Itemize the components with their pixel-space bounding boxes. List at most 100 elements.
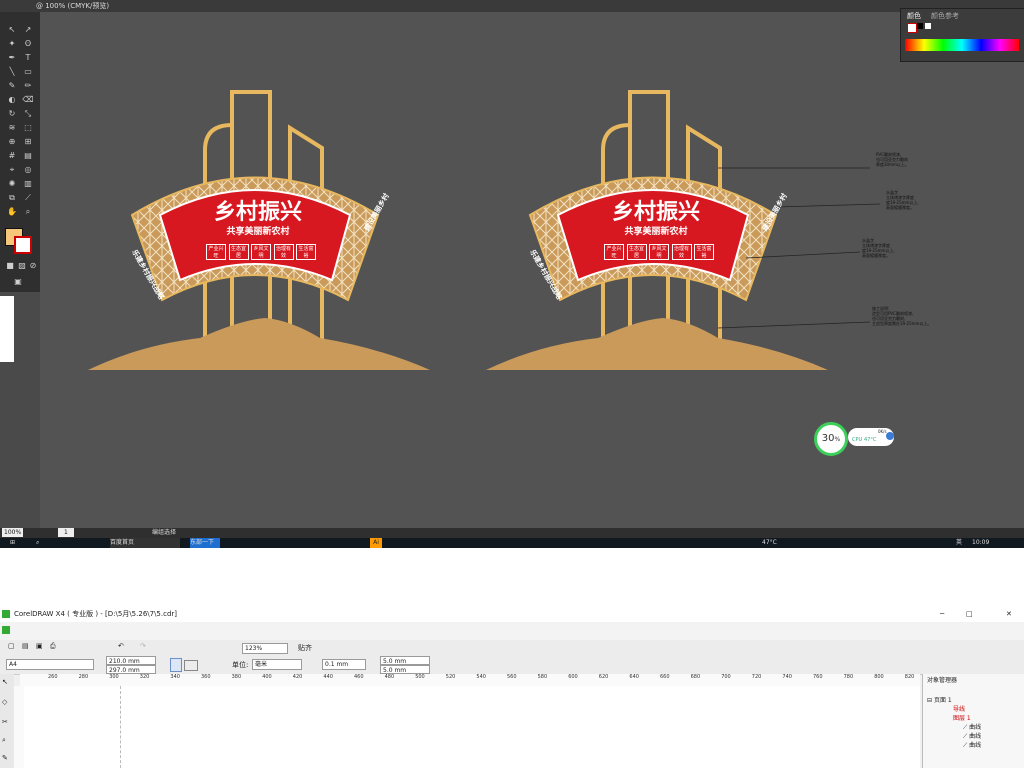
pick-tool-icon[interactable]: ↖ [2, 678, 8, 686]
new-icon[interactable]: ▢ [8, 642, 15, 650]
object-name: 曲线 [969, 742, 982, 749]
badge: 乡风文明 [251, 244, 271, 260]
document-icon [2, 626, 10, 634]
object-row[interactable]: ⟋ 曲线 [963, 732, 981, 741]
cpu-percent: 30 [821, 433, 835, 444]
coreldraw-app-icon [2, 610, 10, 618]
ruler-tick-label: 520 [445, 674, 456, 680]
open-icon[interactable]: ▤ [22, 642, 29, 650]
redo-icon[interactable]: ↷ [140, 642, 146, 650]
sign-right-subtitle: 共享美丽新农村 [624, 227, 688, 237]
save-icon[interactable]: ▣ [36, 642, 43, 650]
taskbar-app-start[interactable]: 东部一下 [190, 538, 220, 548]
annotation-2: 水晶字 立体烤漆字厚度 度19-25mm以上, 表面镀膜厚度。 [886, 190, 919, 210]
windows-taskbar: ⊞ ⌕ 百度首页 东部一下 Ai 47°C 英 10:09 [0, 538, 1024, 548]
spacer [0, 548, 1024, 606]
illustrator-app-icon[interactable]: Ai [370, 538, 382, 548]
property-bar: A4 210.0 mm 297.0 mm 单位: 毫米 0.1 mm 5.0 m… [0, 656, 1024, 675]
zoom-field[interactable]: 100% [2, 528, 24, 537]
ruler-tick-label: 560 [507, 674, 517, 680]
nudge-input[interactable]: 0.1 mm [322, 659, 366, 670]
badge: 乡风文明 [649, 244, 669, 260]
badge: 生活富裕 [694, 244, 714, 260]
page-row[interactable]: ⊟ 页面 1 [927, 696, 952, 705]
ruler-tick-label: 540 [476, 674, 486, 680]
ruler-tick-label: 440 [323, 674, 333, 680]
page-size-select[interactable]: A4 [6, 659, 94, 670]
portrait-icon[interactable] [170, 658, 182, 672]
toolbox: ↖ ◇ ✂ ⌕ ✎ [0, 674, 14, 768]
ruler-tick-label: 760 [813, 674, 823, 680]
minimize-icon[interactable]: ─ [940, 606, 944, 622]
ruler-tick-label: 460 [354, 674, 364, 680]
ruler-tick-label: 400 [262, 674, 272, 680]
boost-icon[interactable] [886, 432, 894, 440]
object-name: 曲线 [969, 733, 982, 740]
sign-right-title: 乡村振兴 [611, 200, 700, 225]
guides-layer-name: 导线 [953, 706, 966, 713]
page-name: 页面 1 [933, 697, 952, 704]
print-icon[interactable]: ⎙ [50, 642, 56, 651]
ruler-tick-label: 680 [690, 674, 701, 680]
snap-dropdown[interactable]: 贴齐 [298, 643, 312, 653]
sign-left-badges: 产业兴旺 生态宜居 乡风文明 治理有效 生活富裕 [206, 244, 316, 260]
unit-label: 单位: [232, 661, 249, 669]
sign-left-subtitle: 共享美丽新农村 [226, 227, 290, 237]
cpu-widget[interactable]: 30% 0K/s CPU 47°C [814, 422, 894, 456]
cpu-percent-unit: % [834, 436, 841, 443]
drawing-page[interactable] [24, 686, 920, 768]
object-manager-title: 对象管理器 [927, 677, 958, 684]
page-width-input[interactable]: 210.0 mm [106, 656, 156, 665]
cpu-info: 0K/s CPU 47°C [848, 428, 894, 446]
zoom-select[interactable]: 123% [242, 643, 288, 654]
object-row[interactable]: ⟋ 曲线 [963, 723, 981, 732]
coreldraw-window: CorelDRAW X4 ( 专业版 ) - [D:\5月\5.26\7\5.c… [0, 606, 1024, 768]
input-language[interactable]: 英 [956, 538, 962, 548]
object-row[interactable]: ⟋ 曲线 [963, 741, 981, 750]
badge: 生态宜居 [228, 244, 249, 260]
ruler-tick-label: 780 [843, 674, 854, 680]
ruler-tick-label: 260 [48, 674, 58, 680]
badge: 生态宜居 [626, 244, 647, 260]
layer1-row[interactable]: 图层 1 [953, 714, 971, 723]
ruler-tick-label: 360 [201, 674, 211, 680]
page-field[interactable]: 1 [58, 528, 74, 537]
page-border [120, 686, 122, 768]
freehand-tool-icon[interactable]: ✎ [2, 754, 8, 762]
badge: 产业兴旺 [604, 244, 624, 260]
annotation-3: 水晶字 立体烤漆字厚度 度19-25mm以上, 表面镀膜厚度。 [862, 238, 895, 258]
shape-tool-icon[interactable]: ◇ [2, 698, 7, 706]
zoom-tool-icon[interactable]: ⌕ [2, 736, 6, 745]
ruler-tick-label: 620 [598, 674, 609, 680]
cpu-label: CPU [852, 437, 863, 443]
guides-layer-row[interactable]: 导线 [953, 705, 965, 714]
ruler-tick-label: 740 [782, 674, 792, 680]
standard-toolbar: ▢ ▤ ▣ ⎙ ↶ ↷ 123% 贴齐 [0, 640, 1024, 657]
ruler-tick-label: 800 [874, 674, 884, 680]
ruler-tick-label: 340 [170, 674, 180, 680]
windows-start-icon[interactable]: ⊞ [10, 538, 15, 548]
search-icon[interactable]: ⌕ [36, 538, 39, 548]
undo-icon[interactable]: ↶ [118, 642, 124, 650]
taskbar-app-browser[interactable]: 百度首页 [110, 538, 180, 548]
duplicate-y-input[interactable]: 5.0 mm [380, 665, 430, 674]
landscape-icon[interactable] [184, 660, 198, 671]
duplicate-x-input[interactable]: 5.0 mm [380, 656, 430, 665]
close-icon[interactable]: ✕ [1006, 606, 1012, 622]
ruler-tick-label: 300 [109, 674, 119, 680]
badge: 治理有效 [273, 244, 294, 260]
crop-tool-icon[interactable]: ✂ [2, 718, 8, 726]
maximize-icon[interactable]: □ [966, 606, 973, 622]
object-manager-panel: 对象管理器 ⊟ 页面 1 导线 图层 1 ⟋ 曲线 ⟋ 曲线 ⟋ 曲线 [922, 674, 1024, 768]
illustrator-window: @ 100% (CMYK/预览) ↖ ↗ ✦ ʘ ✒ T ╲ ▭ ✎ ✏ ◐ ⌫… [0, 0, 1024, 548]
status-bar: 100% 1 编组选择 [0, 528, 1024, 538]
artwork-svg [88, 90, 881, 370]
ruler-tick-label: 480 [384, 674, 395, 680]
badge: 生活富裕 [296, 244, 316, 260]
page-height-input[interactable]: 297.0 mm [106, 665, 156, 674]
ruler-tick-label: 420 [292, 674, 303, 680]
layer1-name: 图层 1 [953, 715, 971, 722]
unit-select[interactable]: 毫米 [252, 659, 302, 670]
annotation-4: 施工说明: 造型可用PVC雕刻喷漆, 也可用亚克力雕刻, 主造型厚度需在19-2… [872, 306, 932, 326]
ruler-tick-label: 720 [751, 674, 762, 680]
